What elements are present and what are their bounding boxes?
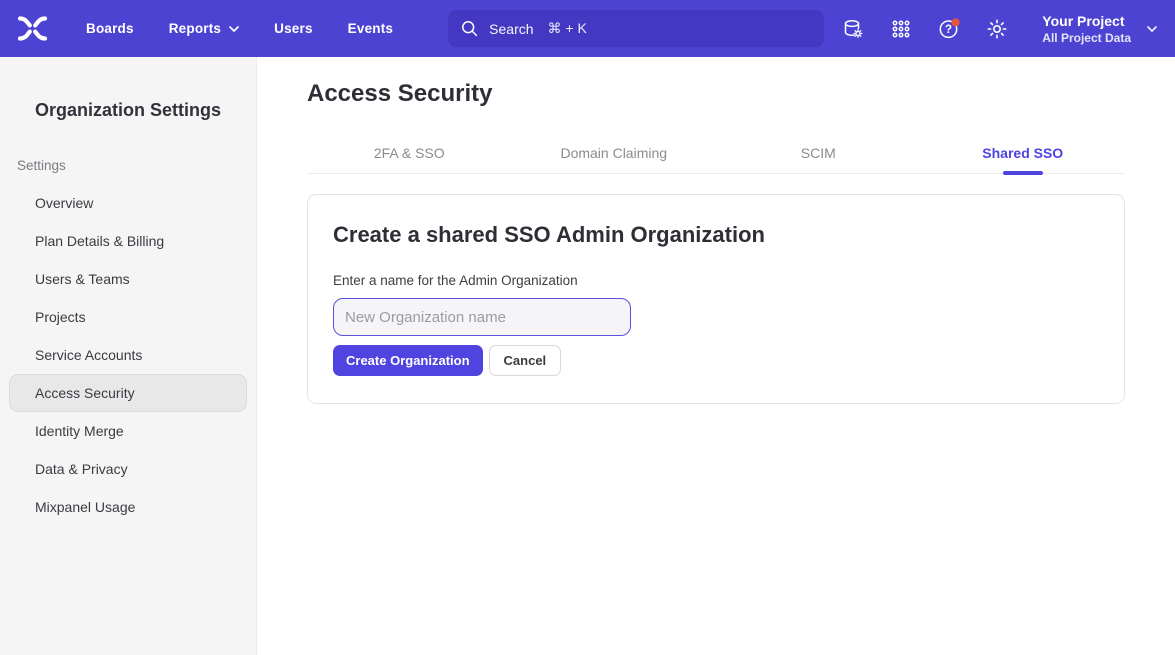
chevron-down-icon xyxy=(1147,26,1157,32)
sidebar-item-overview[interactable]: Overview xyxy=(9,184,247,222)
sidebar-item-projects[interactable]: Projects xyxy=(9,298,247,336)
project-name: Your Project xyxy=(1042,12,1131,30)
main-content: Access Security 2FA & SSO Domain Claimin… xyxy=(257,57,1175,655)
apps-grid-icon[interactable] xyxy=(890,18,912,40)
nav-item-boards[interactable]: Boards xyxy=(86,21,134,36)
settings-sidebar: Organization Settings Settings Overview … xyxy=(0,57,257,655)
tab-2fa-sso[interactable]: 2FA & SSO xyxy=(307,145,512,173)
shared-sso-card: Create a shared SSO Admin Organization E… xyxy=(307,194,1125,404)
card-actions: Create Organization Cancel xyxy=(333,345,1099,376)
svg-text:?: ? xyxy=(945,24,952,36)
search-keyboard-shortcut: ⌘ + K xyxy=(548,20,587,37)
primary-nav: Boards Reports Users Events xyxy=(86,21,393,36)
help-icon[interactable]: ? xyxy=(938,18,960,40)
cancel-button[interactable]: Cancel xyxy=(489,345,562,376)
tab-shared-sso[interactable]: Shared SSO xyxy=(921,145,1126,173)
sidebar-nav: Overview Plan Details & Billing Users & … xyxy=(0,184,256,526)
mixpanel-logo[interactable] xyxy=(16,14,49,43)
chevron-down-icon xyxy=(229,26,239,32)
gear-icon[interactable] xyxy=(986,18,1008,40)
sidebar-item-plan-details-billing[interactable]: Plan Details & Billing xyxy=(9,222,247,260)
page-title: Access Security xyxy=(307,80,1125,108)
navbar-right-controls: ? Your Project All Project Data xyxy=(842,12,1157,46)
sidebar-item-mixpanel-usage[interactable]: Mixpanel Usage xyxy=(9,488,247,526)
notification-dot xyxy=(952,18,960,26)
top-navbar: Boards Reports Users Events Search ⌘ + K xyxy=(0,0,1175,57)
search-icon xyxy=(461,20,478,37)
nav-item-reports[interactable]: Reports xyxy=(169,21,239,36)
organization-name-label: Enter a name for the Admin Organization xyxy=(333,273,1099,288)
sidebar-section-label: Settings xyxy=(17,158,256,173)
project-data-scope: All Project Data xyxy=(1042,30,1131,46)
organization-name-input[interactable] xyxy=(333,298,631,336)
sidebar-item-users-teams[interactable]: Users & Teams xyxy=(9,260,247,298)
project-selector[interactable]: Your Project All Project Data xyxy=(1042,12,1157,46)
sidebar-item-data-privacy[interactable]: Data & Privacy xyxy=(9,450,247,488)
sidebar-title: Organization Settings xyxy=(0,100,256,121)
card-title: Create a shared SSO Admin Organization xyxy=(333,222,1099,248)
create-organization-button[interactable]: Create Organization xyxy=(333,345,483,376)
global-search-bar[interactable]: Search ⌘ + K xyxy=(448,10,824,47)
tab-domain-claiming[interactable]: Domain Claiming xyxy=(512,145,717,173)
sidebar-item-access-security[interactable]: Access Security xyxy=(9,374,247,412)
search-placeholder: Search xyxy=(489,21,533,37)
sidebar-item-identity-merge[interactable]: Identity Merge xyxy=(9,412,247,450)
tab-scim[interactable]: SCIM xyxy=(716,145,921,173)
nav-item-events[interactable]: Events xyxy=(348,21,393,36)
nav-item-users[interactable]: Users xyxy=(274,21,313,36)
sidebar-item-service-accounts[interactable]: Service Accounts xyxy=(9,336,247,374)
access-security-tabs: 2FA & SSO Domain Claiming SCIM Shared SS… xyxy=(307,145,1125,174)
data-management-icon[interactable] xyxy=(842,18,864,40)
